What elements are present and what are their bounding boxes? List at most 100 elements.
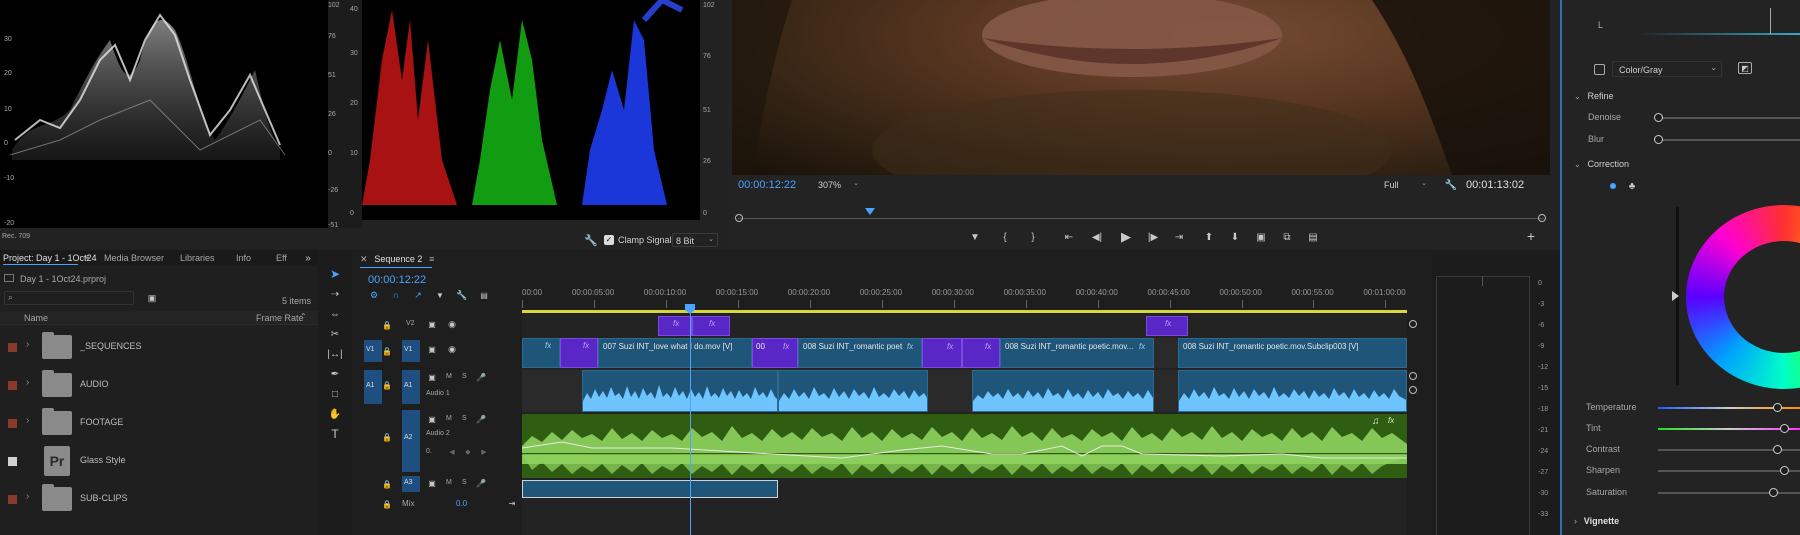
denoise-slider-track[interactable]: [1658, 117, 1800, 119]
mute-button[interactable]: M: [446, 373, 452, 380]
project-item-row[interactable]: › AUDIO: [0, 366, 318, 404]
more-tabs-icon[interactable]: »: [302, 252, 314, 264]
timeline-playhead-line[interactable]: [690, 306, 691, 535]
v1-clip-008c[interactable]: 008 Suzi INT_romantic poetic.mov.Subclip…: [1178, 338, 1407, 368]
program-timecode[interactable]: 00:00:12:22: [738, 179, 796, 191]
a3-clip[interactable]: [522, 480, 778, 498]
three-wheel-mode-icon[interactable]: ♣: [1626, 180, 1638, 192]
contrast-slider-knob[interactable]: [1773, 445, 1782, 454]
project-item-row[interactable]: › _SEQUENCES: [0, 328, 318, 366]
project-item-row[interactable]: › FOOTAGE: [0, 404, 318, 442]
clamp-signal-checkbox[interactable]: ✓: [604, 235, 614, 245]
lock-icon[interactable]: 🔒: [382, 432, 392, 442]
mic-icon[interactable]: 🎤: [476, 371, 486, 383]
v1-clip-purple[interactable]: fx: [560, 338, 598, 368]
v2-clip-fx[interactable]: fx: [658, 316, 692, 336]
tab-media-browser[interactable]: Media Browser: [104, 253, 164, 263]
lock-icon[interactable]: 🔒: [382, 346, 392, 356]
lock-icon[interactable]: 🔒: [382, 320, 392, 330]
quality-select[interactable]: Full ⌄: [1380, 178, 1430, 192]
extract-icon[interactable]: ⬇: [1228, 230, 1242, 244]
type-tool-icon[interactable]: T: [327, 426, 343, 442]
step-back-icon[interactable]: ◀|: [1090, 230, 1104, 244]
step-forward-icon[interactable]: |▶: [1146, 230, 1160, 244]
blur-slider-knob[interactable]: [1654, 135, 1663, 144]
pen-tool-icon[interactable]: ✒: [327, 366, 343, 382]
lock-icon[interactable]: 🔒: [382, 380, 392, 390]
v2-clip-fx[interactable]: fx: [692, 316, 730, 336]
bit-depth-select[interactable]: 8 Bit ⌄: [672, 233, 718, 247]
slip-tool-icon[interactable]: |↔|: [327, 346, 343, 362]
toggle-sync-icon[interactable]: ▣: [426, 344, 438, 354]
a1-clip[interactable]: [972, 370, 1154, 412]
color-gray-checkbox[interactable]: [1594, 64, 1605, 75]
program-video-frame[interactable]: [732, 0, 1550, 175]
correction-luma-slider[interactable]: [1672, 207, 1679, 385]
add-marker-icon[interactable]: ▼: [968, 230, 982, 244]
panel-menu-icon[interactable]: ≡: [82, 252, 92, 262]
correction-section-header[interactable]: ⌄ Correction: [1574, 159, 1629, 170]
v1-clip[interactable]: fx: [522, 338, 560, 368]
refine-section-header[interactable]: ⌄ Refine: [1574, 91, 1614, 102]
luma-slider-handle[interactable]: [1672, 291, 1679, 301]
lift-icon[interactable]: ⬆: [1202, 230, 1216, 244]
v1-clip-purple[interactable]: 00 fx: [752, 338, 798, 368]
hand-tool-icon[interactable]: ✋: [327, 406, 343, 422]
wrench-icon[interactable]: 🔧: [584, 233, 598, 247]
timeline-timecode[interactable]: 00:00:12:22: [368, 274, 426, 286]
label-color-swatch[interactable]: [8, 381, 17, 390]
label-color-swatch[interactable]: [8, 457, 17, 466]
tab-effects[interactable]: Eff: [276, 253, 287, 263]
lock-icon[interactable]: 🔒: [382, 479, 392, 489]
timeline-settings-icon[interactable]: 🔧: [456, 289, 468, 301]
track-content-area[interactable]: fx fx fx fx fx 007 Suzi INT_love what I …: [522, 306, 1407, 535]
color-wheel[interactable]: [1686, 205, 1800, 389]
mute-button[interactable]: M: [446, 415, 452, 422]
expand-chevron-icon[interactable]: ›: [26, 491, 29, 502]
label-color-swatch[interactable]: [8, 343, 17, 352]
project-item-row[interactable]: › SUB-CLIPS: [0, 480, 318, 518]
linked-selection-icon[interactable]: ↗: [412, 289, 424, 301]
ripple-edit-tool-icon[interactable]: ⇔: [327, 306, 343, 322]
matte-icon[interactable]: ◩: [1738, 62, 1752, 74]
source-v1-patch[interactable]: V1: [364, 340, 382, 362]
tint-slider-knob[interactable]: [1780, 424, 1789, 433]
go-to-out-icon[interactable]: ⇥: [1172, 230, 1186, 244]
col-framerate-header[interactable]: Frame Rate: [256, 313, 304, 323]
work-area-bar[interactable]: [522, 310, 1407, 313]
v1-clip-purple[interactable]: fx: [962, 338, 1000, 368]
color-gray-select[interactable]: Color/Gray ⌄: [1612, 61, 1722, 77]
tab-info[interactable]: Info: [236, 253, 251, 263]
nest-icon[interactable]: ⚙: [368, 289, 380, 301]
toggle-sync-icon[interactable]: ▣: [426, 319, 438, 329]
col-name-header[interactable]: Name: [24, 313, 48, 323]
track-select-tool-icon[interactable]: ⇢: [327, 286, 343, 302]
a1-clip[interactable]: [778, 370, 928, 412]
mark-in-icon[interactable]: {: [998, 230, 1012, 244]
track-v1-target[interactable]: V1: [402, 340, 420, 362]
eye-icon[interactable]: ◉: [446, 319, 458, 329]
sharpen-slider-knob[interactable]: [1780, 466, 1789, 475]
v2-clip-fx[interactable]: fx: [1146, 316, 1188, 336]
close-icon[interactable]: ✕: [360, 254, 368, 264]
tint-slider-track[interactable]: [1658, 428, 1800, 430]
temperature-slider-knob[interactable]: [1773, 403, 1782, 412]
source-a1-patch[interactable]: A1: [364, 370, 382, 404]
expand-chevron-icon[interactable]: ›: [26, 415, 29, 426]
settings-wrench-icon[interactable]: 🔧: [1444, 178, 1458, 192]
vignette-section-header[interactable]: › Vignette: [1574, 516, 1619, 527]
lock-icon[interactable]: 🔒: [382, 499, 392, 509]
prev-keyframe-icon[interactable]: ◀: [448, 447, 456, 457]
v1-clip-008b[interactable]: 008 Suzi INT_romantic poetic.mov... fx: [1000, 338, 1154, 368]
project-search-input[interactable]: ⌕: [4, 291, 134, 305]
expand-chevron-icon[interactable]: ›: [26, 339, 29, 350]
razor-tool-icon[interactable]: ✂: [327, 326, 343, 342]
mute-button[interactable]: M: [446, 479, 452, 486]
panel-menu-icon[interactable]: ≡: [429, 254, 434, 264]
rectangle-tool-icon[interactable]: □: [327, 386, 343, 402]
program-playhead[interactable]: [865, 208, 876, 215]
solo-button[interactable]: S: [462, 415, 467, 422]
v-scroll-handle[interactable]: [1409, 386, 1417, 394]
add-button-icon[interactable]: +: [1524, 228, 1538, 244]
solo-button[interactable]: S: [462, 479, 467, 486]
